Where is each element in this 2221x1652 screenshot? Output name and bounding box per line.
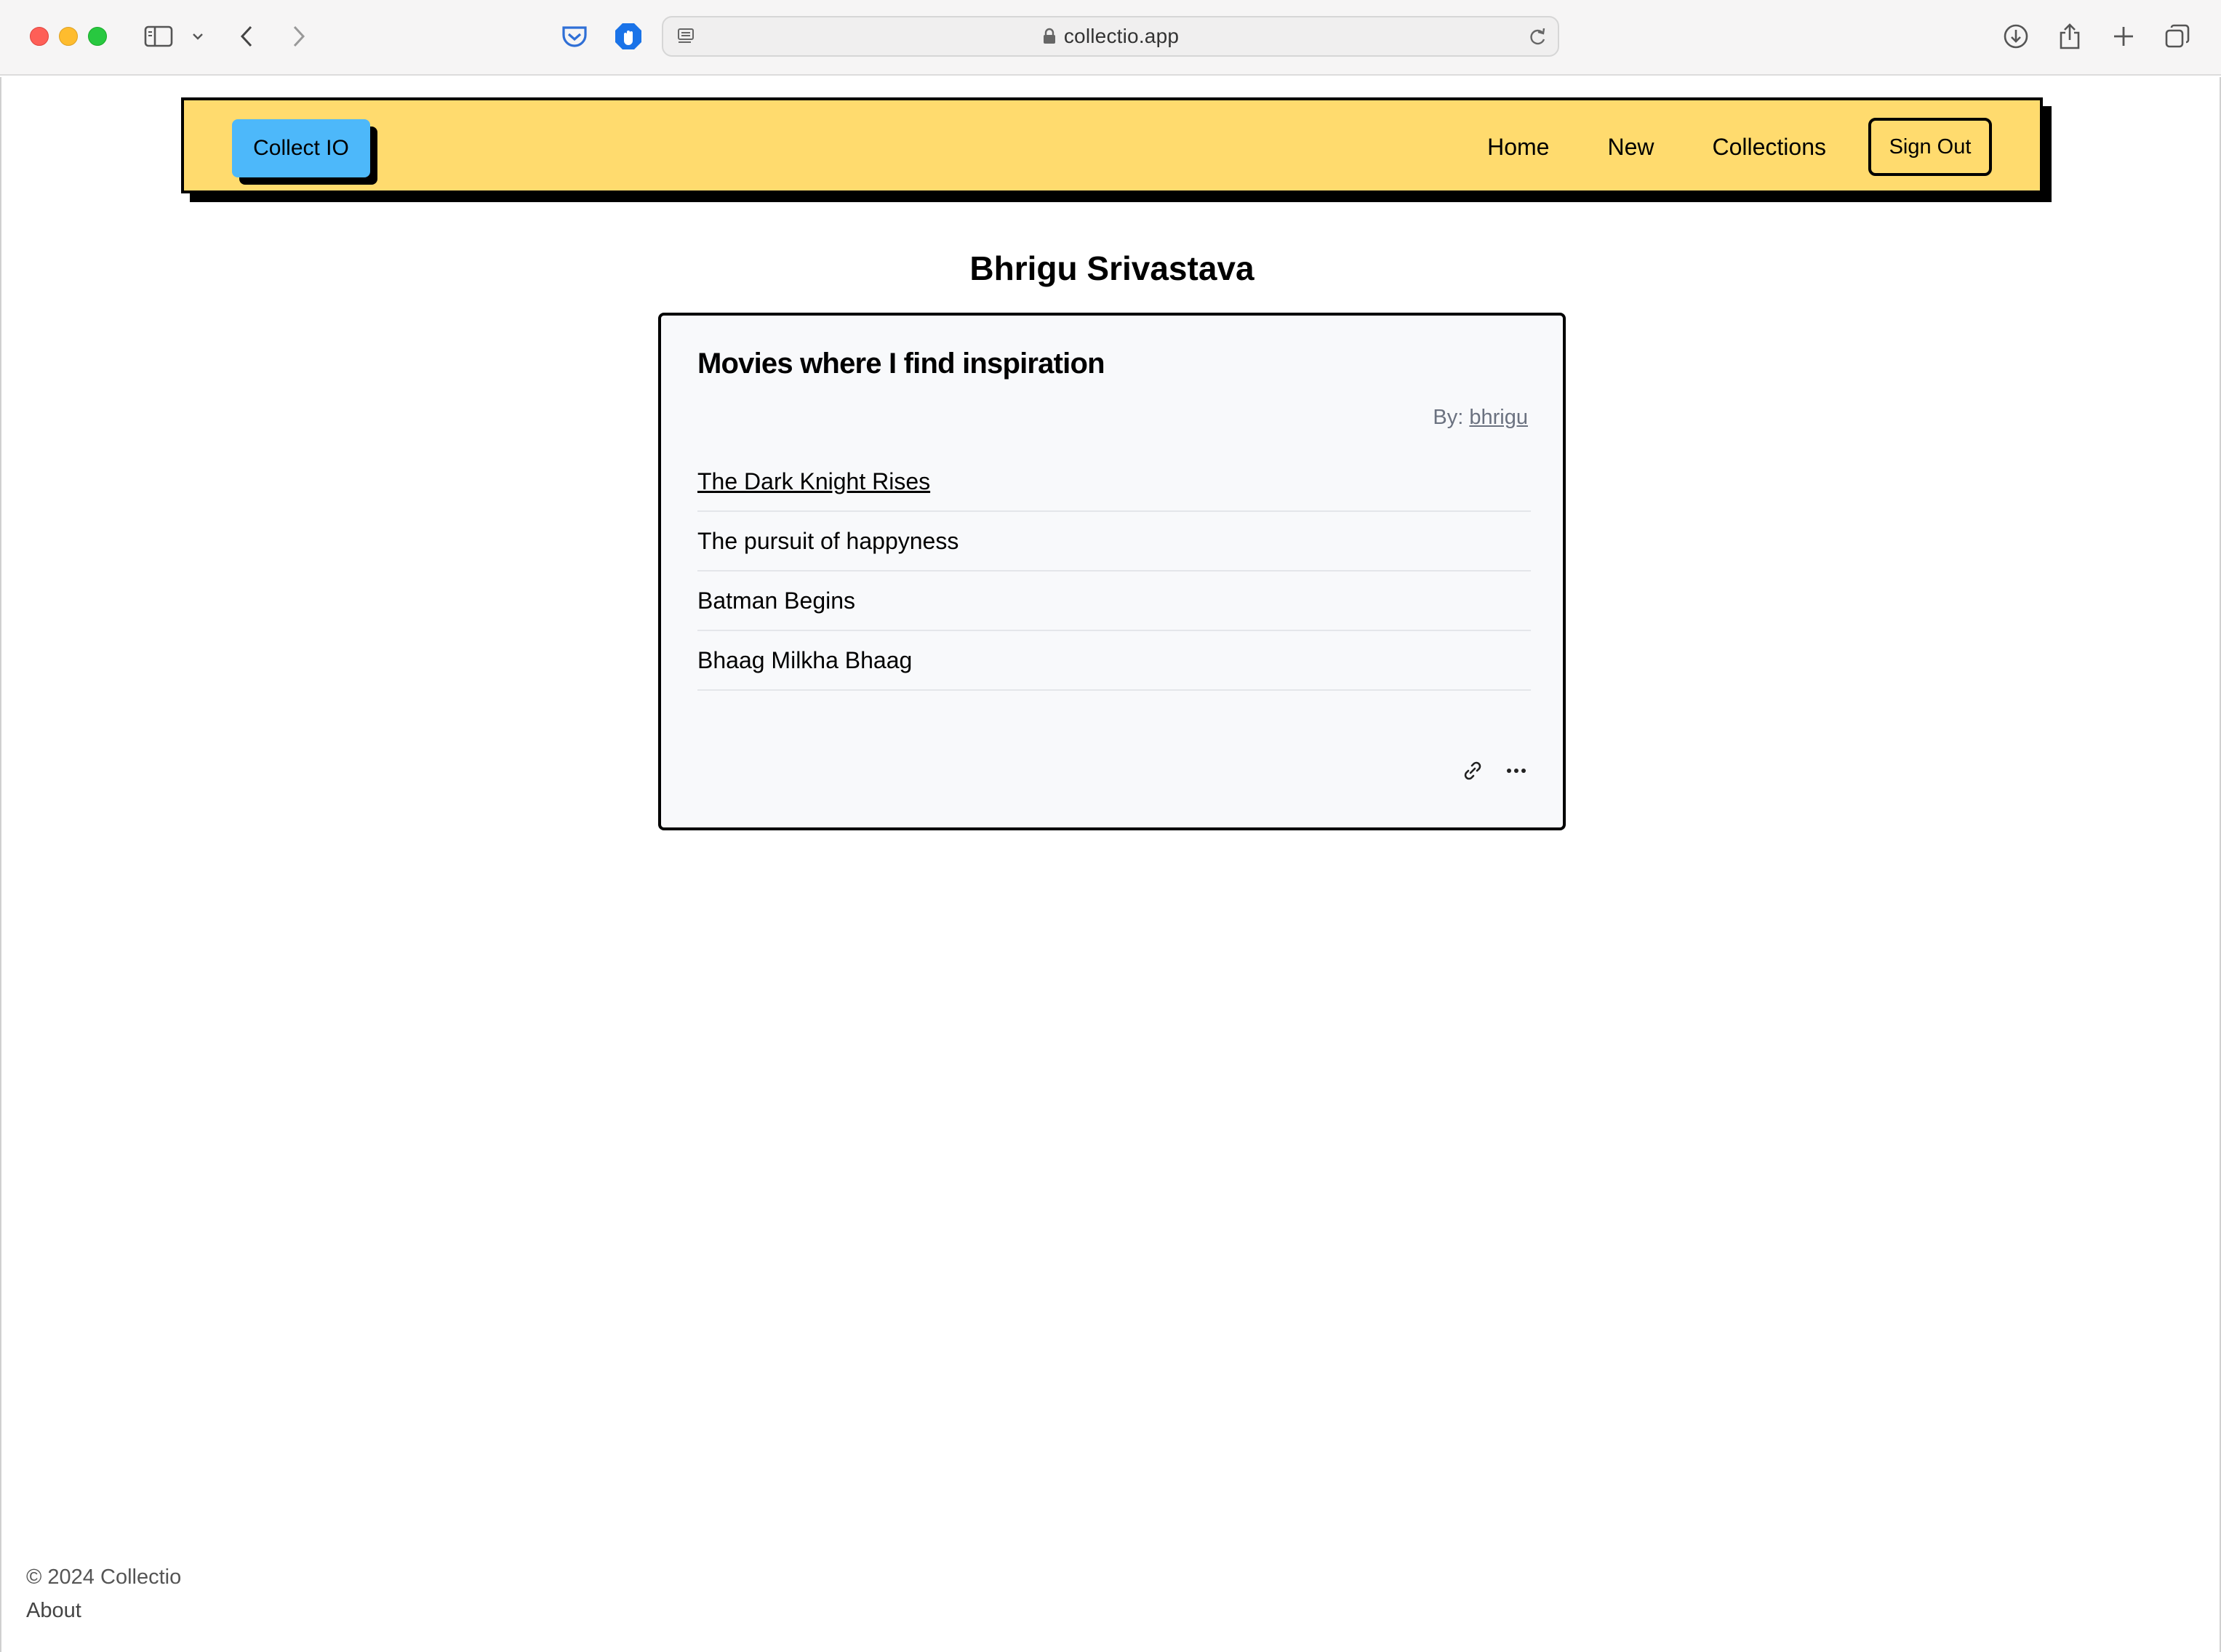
item-text: Bhaag Milkha Bhaag: [697, 646, 913, 673]
item-text: Batman Begins: [697, 587, 856, 614]
profile-name: Bhrigu Srivastava: [969, 249, 1254, 287]
new-tab-icon[interactable]: [2109, 20, 2138, 52]
nav-collections-link[interactable]: Collections: [1712, 134, 1826, 161]
lock-icon: [1043, 28, 1055, 44]
blocker-extension-icon[interactable]: [612, 20, 644, 52]
sidebar-toggle-icon[interactable]: [143, 20, 175, 52]
by-label: By:: [1433, 406, 1464, 429]
brand-button[interactable]: Collect IO: [232, 119, 370, 177]
reload-icon[interactable]: [1524, 20, 1550, 52]
collection-author: By: bhrigu: [1433, 406, 1528, 430]
minimize-window-button[interactable]: [59, 27, 78, 46]
pocket-icon[interactable]: [560, 20, 589, 52]
nav-new-link[interactable]: New: [1607, 134, 1654, 161]
collection-items: The Dark Knight Rises The pursuit of hap…: [697, 452, 1531, 691]
list-item: Bhaag Milkha Bhaag: [697, 631, 1531, 691]
share-icon[interactable]: [2055, 20, 2084, 52]
site-footer: © 2024 Collectio About: [26, 1560, 181, 1627]
link-icon[interactable]: [1458, 756, 1487, 785]
card-actions: [1458, 753, 1531, 788]
close-window-button[interactable]: [30, 27, 49, 46]
list-item[interactable]: The Dark Knight Rises: [697, 452, 1531, 512]
sign-out-button[interactable]: Sign Out: [1868, 118, 1992, 176]
item-text: The pursuit of happyness: [697, 527, 959, 554]
chevron-down-icon[interactable]: [189, 20, 207, 52]
nav-links: Home New Collections Sign Out: [1487, 118, 1992, 176]
zoom-window-button[interactable]: [88, 27, 107, 46]
collection-card: Movies where I find inspiration By: bhri…: [658, 313, 1566, 830]
back-icon[interactable]: [236, 20, 257, 52]
copyright-text: © 2024 Collectio: [26, 1565, 182, 1589]
tab-overview-icon[interactable]: [2163, 20, 2192, 52]
browser-toolbar: collectio.app: [0, 0, 2221, 76]
list-item: Batman Begins: [697, 572, 1531, 631]
list-item: The pursuit of happyness: [697, 512, 1531, 572]
url-text: collectio.app: [1063, 25, 1180, 47]
forward-icon[interactable]: [288, 20, 310, 52]
site-navbar: Collect IO Home New Collections Sign Out: [181, 97, 2043, 193]
author-link[interactable]: bhrigu: [1469, 406, 1528, 429]
item-link[interactable]: The Dark Knight Rises: [697, 468, 930, 495]
address-bar[interactable]: collectio.app: [662, 16, 1559, 57]
reader-view-icon[interactable]: [673, 20, 700, 52]
about-link[interactable]: About: [26, 1594, 181, 1627]
downloads-icon[interactable]: [2001, 20, 2030, 52]
more-icon[interactable]: [1502, 756, 1531, 785]
nav-home-link[interactable]: Home: [1487, 134, 1549, 161]
page-content: Collect IO Home New Collections Sign Out…: [0, 77, 2221, 1652]
collection-title: Movies where I find inspiration: [697, 348, 1105, 380]
